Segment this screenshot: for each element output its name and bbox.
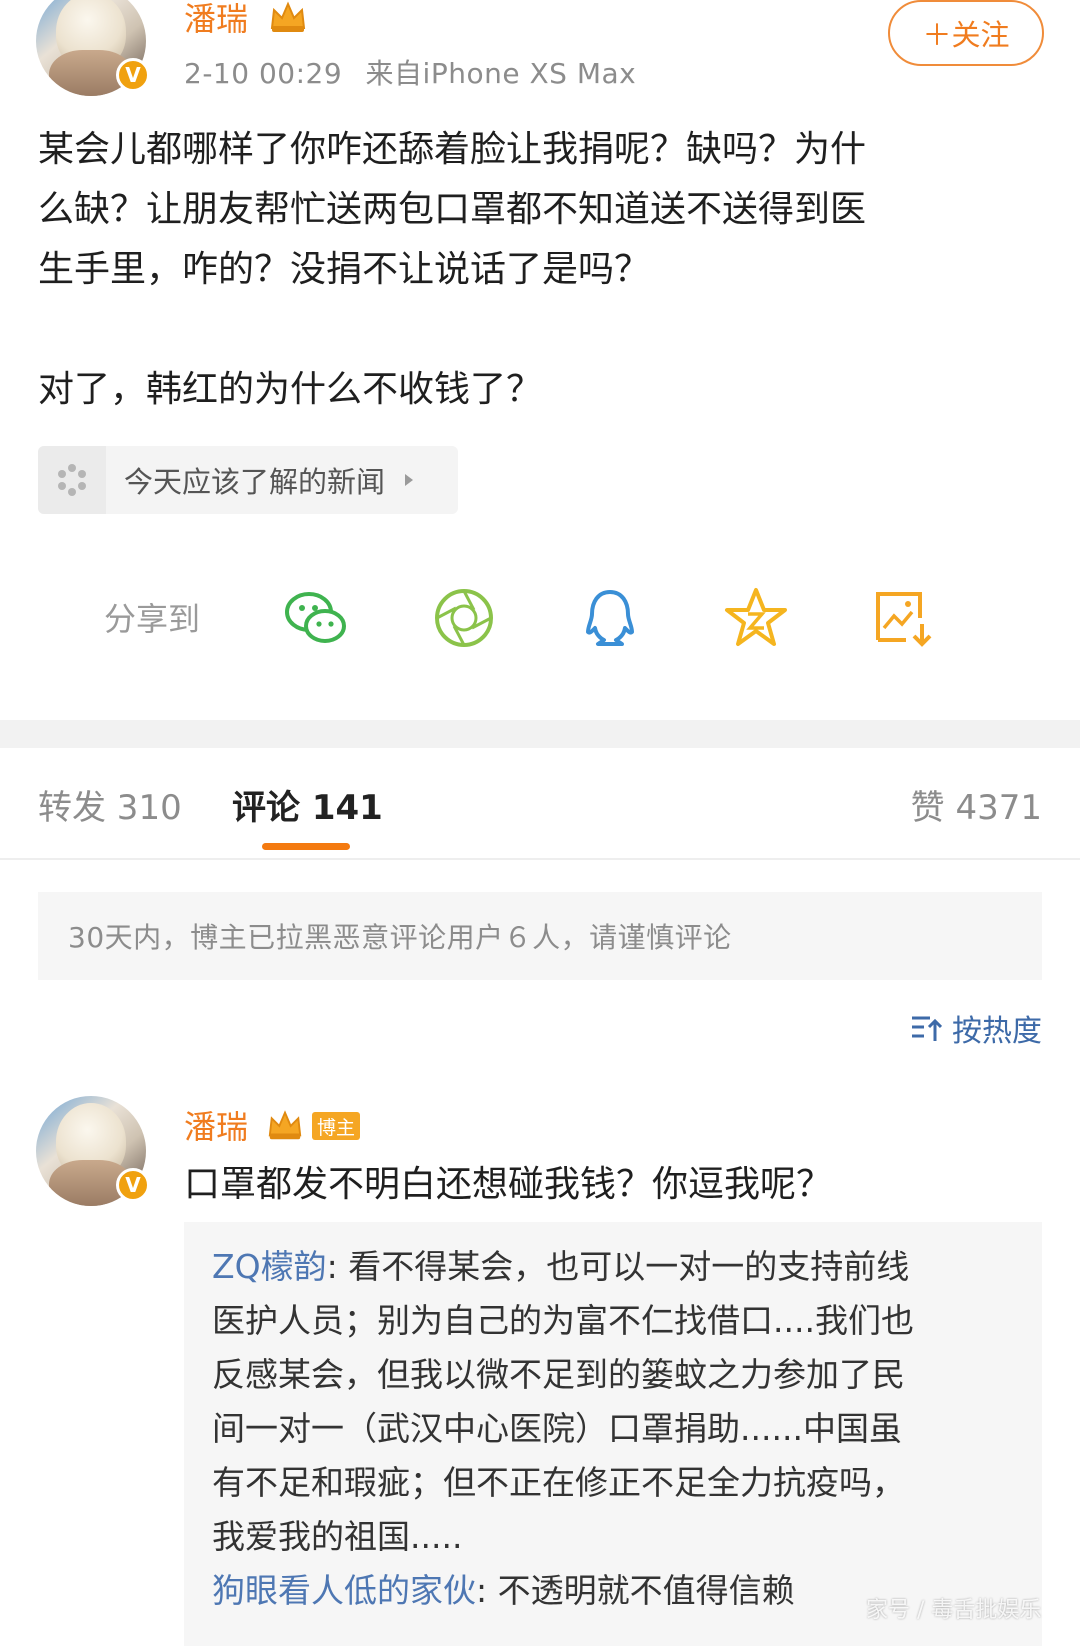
commenter-avatar[interactable]: V [36,1096,150,1206]
post-author-name[interactable]: 潘瑞 [184,0,248,40]
comment-text: 口罩都发不明白还想碰我钱？你逗我呢？ [184,1164,833,1205]
comment-author-name[interactable]: 潘瑞 [184,1102,248,1148]
author-avatar[interactable]: V [36,0,150,96]
blogger-badge: 博主 [312,1112,360,1140]
sort-toggle[interactable]: 按热度 [910,1006,1042,1050]
active-tab-indicator [262,843,350,850]
follow-button[interactable]: ＋关注 [888,0,1044,66]
chevron-right-icon [405,474,414,486]
tab-divider [0,858,1080,860]
vip-crown-icon [270,1,306,32]
tab-comment[interactable]: 评论 141 [232,780,383,829]
reply-line: : 不透明就不值得信赖 [476,1571,795,1610]
vip-crown-icon [268,1110,302,1140]
post-body-line-2: 么缺？让朋友帮忙送两包口罩都不知道送不送得到医 [38,189,867,230]
sort-label: 按热度 [952,1014,1042,1049]
topic-card[interactable]: 今天应该了解的新闻 [38,446,458,514]
post-source: 来自iPhone XS Max [365,57,637,90]
reply-user[interactable]: 狗眼看人低的家伙 [212,1571,476,1610]
wechat-icon[interactable] [282,584,350,652]
qq-icon[interactable] [576,584,644,652]
reply-box[interactable]: ZQ檬韵: 看不得某会，也可以一对一的支持前线 医护人员；别为自己的为富不仁找借… [184,1222,1042,1646]
topic-icon [38,446,106,514]
reply-line: 医护人员；别为自己的为富不仁找借口....我们也 [212,1301,914,1340]
topic-card-label: 今天应该了解的新闻 [124,465,386,499]
verified-badge-icon: V [116,58,150,92]
reply-line: 反感某会，但我以微不足到的篓蚊之力参加了民 [212,1355,905,1394]
post-timestamp: 2-10 00:29 [184,57,343,90]
post-body-line-4: 对了，韩红的为什么不收钱了？ [38,369,543,410]
section-divider [0,720,1080,748]
post-body-line-1: 某会儿都哪样了你咋还舔着脸让我捐呢？缺吗？为什 [38,129,867,170]
qzone-icon[interactable] [722,584,790,652]
watermark: 家号 / 毒舌批娱乐 [866,1598,1042,1623]
reply-user[interactable]: ZQ檬韵 [212,1247,327,1286]
save-image-icon[interactable] [868,584,936,652]
post-body-line-3: 生手里，咋的？没捐不让说话了是吗？ [38,249,651,290]
moments-icon[interactable] [430,584,498,652]
sort-icon [912,1016,942,1041]
reply-line: : 看不得某会，也可以一对一的支持前线 [326,1247,910,1286]
reply-line: 间一对一（武汉中心医院）口罩捐助......中国虽 [212,1409,902,1448]
verified-badge-icon: V [116,1168,150,1202]
reply-line: 我爱我的祖国..... [212,1517,463,1556]
reply-item: ZQ檬韵: 看不得某会，也可以一对一的支持前线 医护人员；别为自己的为富不仁找借… [212,1240,1014,1564]
tab-repost[interactable]: 转发 310 [38,780,182,829]
tab-like[interactable]: 赞 4371 [911,780,1042,829]
share-label: 分享到 [104,600,201,638]
comment-notice: 30天内，博主已拉黑恶意评论用户６人，请谨慎评论 [38,892,1042,980]
reply-line: 有不足和瑕疵；但不正在修正不足全力抗疫吗， [212,1463,905,1502]
post-meta: 2-10 00:29 来自iPhone XS Max [184,52,636,92]
